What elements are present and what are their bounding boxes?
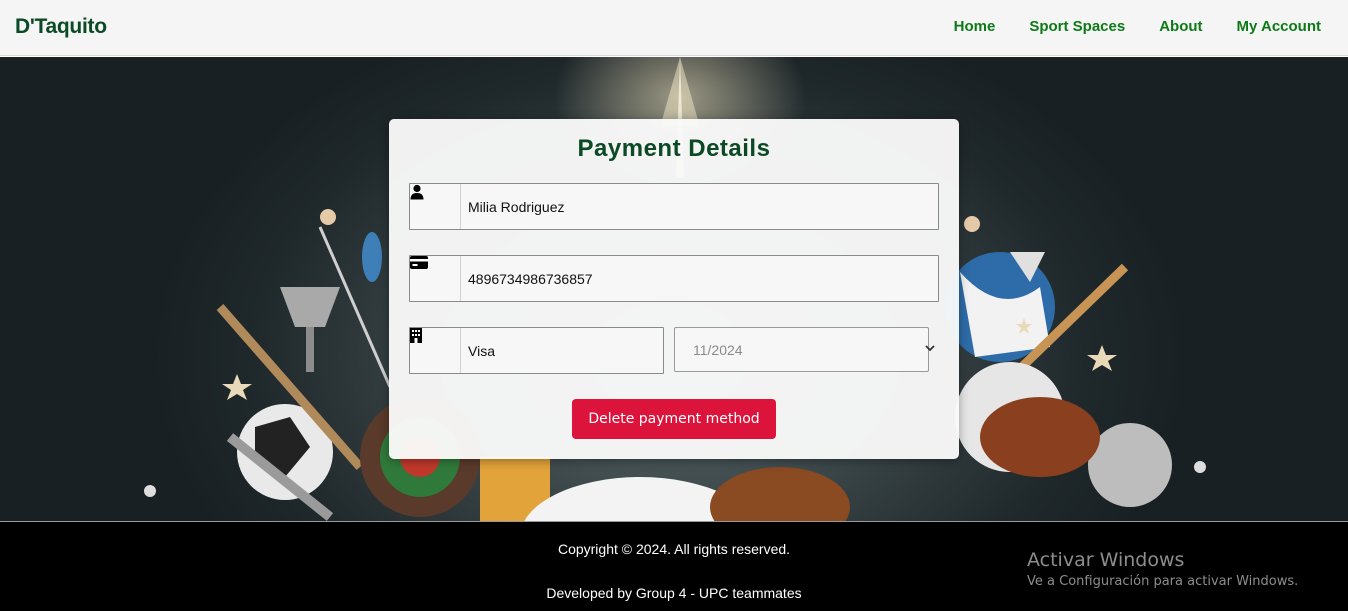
windows-activation-subtitle: Ve a Configuración para activar Windows. bbox=[1027, 574, 1299, 589]
nav-my-account-link[interactable]: My Account bbox=[1237, 18, 1321, 35]
expiry-selected-value: 11/2024 bbox=[693, 342, 743, 358]
card-type-input[interactable] bbox=[462, 328, 662, 373]
card-number-input[interactable] bbox=[462, 256, 938, 301]
hero-background: Payment Details Milia Rodriguez 48967349… bbox=[0, 57, 1348, 521]
nav-sport-spaces-link[interactable]: Sport Spaces bbox=[1029, 18, 1125, 35]
credit-card-icon bbox=[410, 256, 461, 301]
nav-about-link[interactable]: About bbox=[1159, 18, 1202, 35]
user-icon bbox=[410, 184, 461, 229]
brand-logo[interactable]: D'Taquito bbox=[15, 15, 107, 39]
payment-title: Payment Details bbox=[577, 135, 771, 162]
windows-activation-title: Activar Windows bbox=[1027, 549, 1185, 571]
card-type-field[interactable] bbox=[409, 327, 664, 374]
navbar: D'Taquito Home Sport Spaces About My Acc… bbox=[0, 0, 1348, 56]
expiry-select[interactable]: 11/2024 bbox=[674, 327, 935, 372]
card-number-field[interactable] bbox=[409, 255, 939, 302]
nav-links: Home Sport Spaces About My Account bbox=[954, 18, 1321, 35]
card-holder-input[interactable] bbox=[462, 184, 938, 229]
delete-payment-method-button[interactable]: Delete payment method bbox=[572, 399, 776, 439]
footer: Copyright © 2024. All rights reserved. D… bbox=[0, 521, 1348, 611]
nav-home-link[interactable]: Home bbox=[954, 18, 996, 35]
payment-card: Payment Details Milia Rodriguez 48967349… bbox=[389, 119, 959, 459]
card-holder-field[interactable] bbox=[409, 183, 939, 230]
building-icon bbox=[410, 328, 461, 373]
